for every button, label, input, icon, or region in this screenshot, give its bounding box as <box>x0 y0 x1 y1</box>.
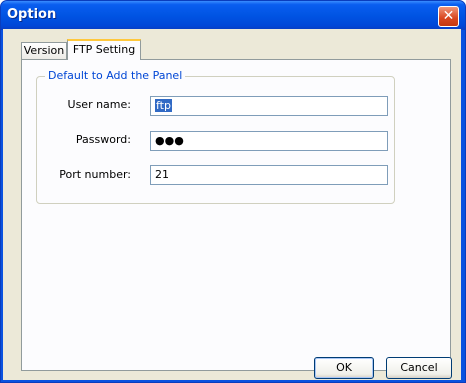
user-name-label: User name: <box>67 98 131 111</box>
user-name-value: ftp <box>155 99 172 112</box>
port-number-value: 21 <box>155 168 169 181</box>
tab-ftp-setting[interactable]: FTP Setting <box>67 39 141 60</box>
cancel-button[interactable]: Cancel <box>386 357 452 379</box>
close-icon: ✕ <box>442 8 455 24</box>
window-title: Option <box>7 7 57 22</box>
password-value: ●●● <box>155 134 184 147</box>
password-label: Password: <box>75 133 131 146</box>
user-name-input[interactable]: ftp <box>150 96 388 116</box>
port-number-label: Port number: <box>59 168 131 181</box>
tab-version[interactable]: Version <box>21 42 67 59</box>
title-bar[interactable]: Option ✕ <box>1 1 465 30</box>
group-title: Default to Add the Panel <box>45 69 186 82</box>
port-number-input[interactable]: 21 <box>150 165 388 185</box>
ok-button[interactable]: OK <box>314 357 374 379</box>
close-button[interactable]: ✕ <box>438 6 459 27</box>
password-input[interactable]: ●●● <box>150 131 388 151</box>
dialog-client-area: Version FTP Setting Default to Add the P… <box>3 29 461 380</box>
